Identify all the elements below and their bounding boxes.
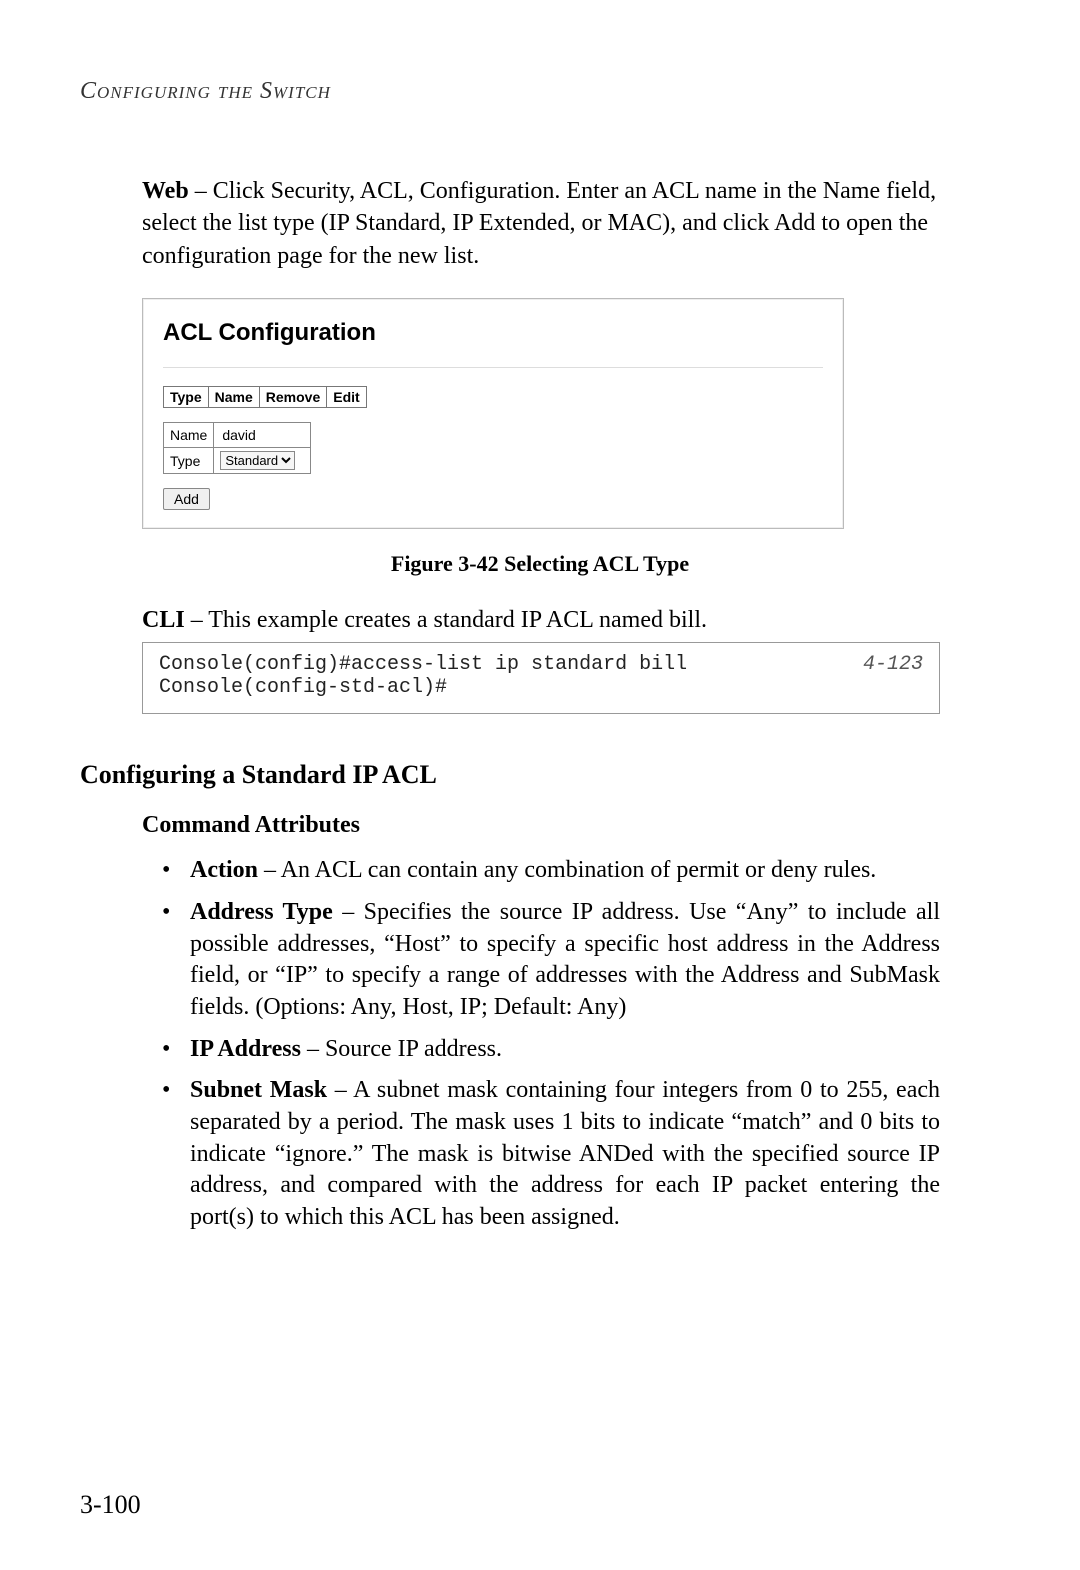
command-attributes-list: Action – An ACL can contain any combinat… bbox=[162, 855, 940, 1233]
col-remove: Remove bbox=[259, 387, 326, 408]
add-button[interactable]: Add bbox=[163, 488, 210, 510]
bullet-term: Action bbox=[190, 857, 258, 883]
page-header: Configuring the Switch bbox=[80, 78, 1000, 105]
acl-config-title: ACL Configuration bbox=[163, 319, 823, 347]
page-number: 3-100 bbox=[80, 1490, 141, 1520]
intro-lead-label: Web bbox=[142, 178, 189, 204]
type-select[interactable]: Standard bbox=[220, 451, 295, 470]
acl-columns-row: Type Name Remove Edit bbox=[163, 386, 367, 408]
cli-line1: Console(config)#access-list ip standard … bbox=[159, 653, 687, 676]
cli-paragraph: CLI – This example creates a standard IP… bbox=[142, 607, 1000, 634]
divider bbox=[163, 367, 823, 368]
bullet-address-type: Address Type – Specifies the source IP a… bbox=[162, 897, 940, 1024]
type-field-label: Type bbox=[164, 448, 214, 474]
bullet-term: IP Address bbox=[190, 1036, 301, 1062]
cli-lead-label: CLI bbox=[142, 607, 185, 633]
name-input[interactable] bbox=[220, 426, 304, 444]
bullet-term: Address Type bbox=[190, 899, 333, 925]
intro-lead-text: – Click Security, ACL, Configuration. En… bbox=[142, 178, 936, 269]
intro-paragraph: Web – Click Security, ACL, Configuration… bbox=[142, 175, 950, 272]
figure-caption: Figure 3-42 Selecting ACL Type bbox=[80, 551, 1000, 577]
col-edit: Edit bbox=[327, 387, 366, 408]
col-name: Name bbox=[208, 387, 259, 408]
subsection-heading: Command Attributes bbox=[142, 812, 1000, 839]
cli-box: Console(config)#access-list ip standard … bbox=[142, 642, 940, 714]
bullet-ip-address: IP Address – Source IP address. bbox=[162, 1034, 940, 1066]
bullet-subnet-mask: Subnet Mask – A subnet mask containing f… bbox=[162, 1075, 940, 1233]
section-heading: Configuring a Standard IP ACL bbox=[80, 760, 1000, 790]
name-field-label: Name bbox=[164, 423, 214, 448]
bullet-text: – An ACL can contain any combination of … bbox=[258, 857, 876, 883]
col-type: Type bbox=[164, 387, 209, 408]
acl-form-table: Name Type Standard bbox=[163, 422, 311, 474]
bullet-text: – Source IP address. bbox=[301, 1036, 502, 1062]
cli-line2: Console(config-std-acl)# bbox=[159, 676, 447, 699]
acl-config-screenshot: ACL Configuration Type Name Remove Edit … bbox=[142, 298, 844, 529]
cli-ref: 4-123 bbox=[863, 653, 923, 676]
bullet-term: Subnet Mask bbox=[190, 1077, 327, 1103]
bullet-action: Action – An ACL can contain any combinat… bbox=[162, 855, 940, 887]
cli-lead-text: – This example creates a standard IP ACL… bbox=[185, 607, 707, 633]
